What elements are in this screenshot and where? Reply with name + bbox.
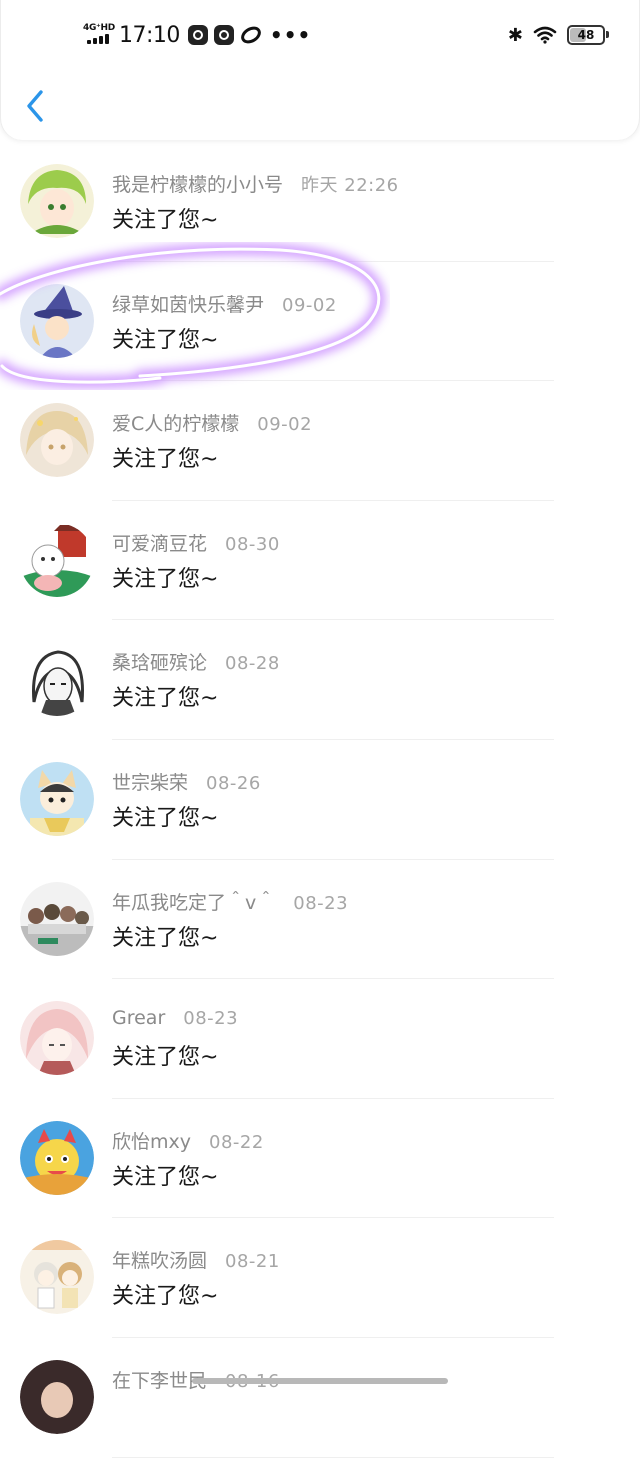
- user-name[interactable]: 绿草如茵快乐馨尹: [112, 290, 264, 317]
- notification-item[interactable]: Grear 08-23 关注了您~: [0, 979, 640, 1099]
- timestamp: 09-02: [282, 294, 337, 316]
- follow-message: 关注了您~: [112, 208, 219, 233]
- user-avatar[interactable]: [20, 1240, 94, 1315]
- user-name[interactable]: 年瓜我吃定了＾v＾: [112, 888, 275, 915]
- timestamp: 08-23: [293, 892, 349, 914]
- user-name[interactable]: 我是柠檬檬的小小号: [112, 170, 283, 197]
- home-indicator[interactable]: [192, 1378, 448, 1384]
- status-bar: 4G⁺HD 17:10 ••• ✱ 48: [1, 0, 640, 70]
- timestamp: 09-02: [257, 414, 313, 436]
- user-avatar[interactable]: [20, 642, 94, 717]
- user-avatar[interactable]: [20, 283, 94, 358]
- notification-item[interactable]: 年瓜我吃定了＾v＾ 08-23 关注了您~: [0, 860, 640, 980]
- status-left: 4G⁺HD 17:10 •••: [83, 20, 311, 50]
- divider: [112, 1456, 554, 1458]
- follow-message: 关注了您~: [112, 566, 219, 592]
- notification-item[interactable]: 爱C人的柠檬檬 09-02 关注了您~: [0, 381, 640, 501]
- timestamp: 08-22: [209, 1131, 264, 1153]
- user-name[interactable]: 年糕吹汤圆: [112, 1246, 207, 1273]
- status-time: 17:10: [119, 22, 180, 48]
- follow-message: 关注了您~: [112, 805, 219, 831]
- more-dots-icon: •••: [269, 23, 312, 47]
- status-right: ✱ 48: [507, 22, 609, 48]
- user-name[interactable]: 爱C人的柠檬檬: [112, 409, 239, 436]
- name-row: 爱C人的柠檬檬 09-02: [112, 409, 312, 436]
- timestamp: 08-28: [225, 653, 280, 675]
- video-app-icon: [187, 25, 208, 45]
- timestamp: 08-23: [183, 1008, 239, 1030]
- follow-message: 关注了您~: [112, 1284, 219, 1310]
- bluetooth-icon: ✱: [507, 24, 523, 46]
- timestamp: 昨天 22:26: [301, 175, 399, 196]
- user-avatar[interactable]: [20, 881, 94, 956]
- follow-message: 关注了您~: [112, 925, 219, 951]
- user-avatar[interactable]: [20, 164, 94, 238]
- name-row: 世宗柴荣 08-26: [112, 768, 261, 795]
- follower-notification-list: 我是柠檬檬的小小号 昨天 22:26 关注了您~ 绿草如茵快乐馨尹 09-02 关注了您~…: [0, 142, 640, 1458]
- follow-message: 关注了您~: [112, 327, 219, 353]
- notification-item[interactable]: 在下李世民08-16: [0, 1338, 640, 1458]
- name-row: 年瓜我吃定了＾v＾ 08-23: [112, 888, 348, 915]
- timestamp: 08-21: [225, 1251, 280, 1273]
- signal-icon: 4G⁺HD: [83, 22, 115, 48]
- user-name[interactable]: 世宗柴荣: [112, 768, 188, 795]
- notification-item[interactable]: 可爱滴豆花 08-30 关注了您~: [0, 501, 640, 621]
- wifi-icon: [533, 26, 557, 44]
- name-row: 年糕吹汤圆 08-21: [112, 1246, 280, 1273]
- user-avatar[interactable]: [20, 761, 94, 836]
- follow-message: 关注了您~: [112, 686, 219, 712]
- name-row: 桑琀砸殡论 08-28: [112, 648, 280, 675]
- user-name[interactable]: 可爱滴豆花: [112, 529, 207, 556]
- name-row: 欣怡mxy 08-22: [112, 1127, 264, 1154]
- follow-message: 关注了您~: [112, 1164, 219, 1190]
- notification-item[interactable]: 欣怡mxy 08-22 关注了您~: [0, 1099, 640, 1219]
- name-row: Grear 08-23: [112, 1007, 238, 1029]
- user-name[interactable]: Grear: [112, 1007, 165, 1029]
- follow-message: 关注了您~: [112, 1045, 219, 1071]
- notification-item[interactable]: 世宗柴荣 08-26 关注了您~: [0, 740, 640, 860]
- notification-item[interactable]: 桑琀砸殡论 08-28 关注了您~: [0, 620, 640, 740]
- name-row: 我是柠檬檬的小小号 昨天 22:26: [112, 170, 399, 197]
- timestamp: 08-26: [206, 772, 261, 794]
- user-avatar[interactable]: [20, 1359, 94, 1434]
- notification-item[interactable]: 我是柠檬檬的小小号 昨天 22:26 关注了您~: [0, 142, 640, 262]
- video-app-icon: [213, 25, 234, 45]
- name-row: 绿草如茵快乐馨尹 09-02: [112, 290, 337, 317]
- notification-item[interactable]: 绿草如茵快乐馨尹 09-02 关注了您~: [0, 262, 640, 382]
- user-name[interactable]: 欣怡mxy: [112, 1127, 191, 1154]
- link-app-icon: [241, 26, 261, 44]
- user-name[interactable]: 桑琀砸殡论: [112, 648, 207, 675]
- notification-item[interactable]: 年糕吹汤圆 08-21 关注了您~: [0, 1218, 640, 1338]
- top-header: 4G⁺HD 17:10 ••• ✱ 48: [0, 0, 640, 140]
- network-label: 4G⁺HD: [83, 23, 115, 33]
- follow-message: 关注了您~: [112, 447, 219, 473]
- user-avatar[interactable]: [20, 1001, 94, 1076]
- chevron-left-icon[interactable]: [21, 86, 51, 126]
- battery-icon: 48: [567, 25, 609, 45]
- battery-level: 48: [577, 28, 595, 42]
- user-avatar[interactable]: [20, 522, 94, 597]
- user-avatar[interactable]: [20, 1120, 94, 1195]
- user-avatar[interactable]: [20, 403, 94, 478]
- name-row: 可爱滴豆花 08-30: [112, 529, 280, 556]
- timestamp: 08-30: [225, 533, 280, 555]
